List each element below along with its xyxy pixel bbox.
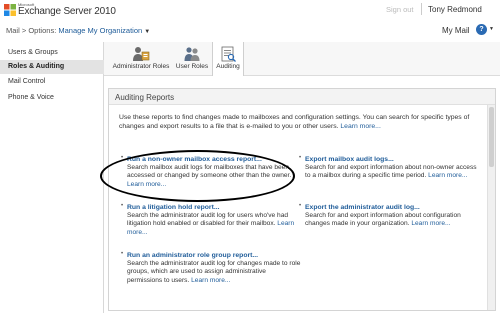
bullet-icon: • (121, 251, 124, 257)
divider (421, 3, 422, 15)
user-roles-icon (184, 47, 200, 61)
admin-roles-icon (133, 47, 150, 61)
export-mailbox-audit-logs-link[interactable]: Export mailbox audit logs... (305, 155, 480, 164)
tab-label: User Roles (175, 63, 209, 70)
entry-learn-more-link[interactable]: Learn more... (428, 172, 467, 179)
top-bar: Microsoft Exchange Server 2010 Sign out … (0, 0, 500, 20)
feature-toolbar: Administrator Roles User Roles Auditing (104, 42, 500, 76)
breadcrumb-text: Mail > Options: Manage My Organization ▼ (6, 26, 150, 35)
brand-product: Exchange Server 2010 (18, 6, 116, 17)
sidebar: Users & Groups Roles & Auditing Mail Con… (0, 42, 104, 313)
sidebar-item-users-groups[interactable]: Users & Groups (0, 46, 104, 60)
bullet-icon: • (299, 155, 302, 161)
report-entry: • Run a litigation hold report... Search… (121, 203, 302, 237)
auditing-reports-panel: Auditing Reports Use these reports to fi… (108, 88, 496, 311)
breadcrumb-mail[interactable]: Mail (6, 26, 20, 35)
entry-description-text: Search the administrator audit log for u… (127, 212, 289, 228)
my-mail-link[interactable]: My Mail (442, 26, 470, 35)
chevron-down-icon[interactable]: ▼ (144, 29, 150, 35)
entry-description: Search the administrator audit log for u… (127, 212, 302, 237)
export-admin-audit-log-link[interactable]: Export the administrator audit log... (305, 203, 480, 212)
report-entry: • Run an administrator role group report… (121, 251, 302, 285)
bullet-icon: • (121, 155, 124, 161)
exchange-logo: Microsoft Exchange Server 2010 (4, 2, 124, 18)
auditing-icon (221, 46, 236, 62)
bullet-icon: • (121, 203, 124, 209)
panel-header: Auditing Reports (109, 89, 495, 105)
entry-description: Search for and export information about … (305, 164, 480, 181)
report-entry: • Export mailbox audit logs... Search fo… (299, 155, 480, 181)
scrollbar-thumb[interactable] (489, 107, 494, 167)
entry-learn-more-link[interactable]: Learn more... (191, 277, 230, 284)
help-chevron-down-icon[interactable]: ▼ (489, 26, 494, 32)
non-owner-mailbox-report-link[interactable]: Run a non-owner mailbox access report... (127, 155, 302, 164)
intro-text: Use these reports to find changes made t… (119, 113, 479, 131)
bullet-icon: • (299, 203, 302, 209)
report-entry: • Run a non-owner mailbox access report.… (121, 155, 302, 189)
vertical-scrollbar[interactable] (487, 105, 495, 310)
entry-learn-more-link[interactable]: Learn more... (411, 220, 450, 227)
entry-description-text: Search mailbox audit logs for mailboxes … (127, 164, 292, 180)
admin-role-group-report-link[interactable]: Run an administrator role group report..… (127, 251, 302, 260)
entry-learn-more-link[interactable]: Learn more... (127, 181, 166, 188)
intro-body: Use these reports to find changes made t… (119, 114, 470, 130)
scope-selector[interactable]: Manage My Organization (58, 26, 142, 35)
user-name: Tony Redmond (428, 5, 482, 14)
tab-label: Auditing (216, 63, 240, 70)
entry-description: Search the administrator audit log for c… (127, 260, 302, 285)
breadcrumb: Mail > Options: Manage My Organization ▼… (0, 20, 500, 42)
tab-auditing[interactable]: Auditing (212, 42, 244, 76)
entry-description: Search for and export information about … (305, 212, 480, 229)
intro-learn-more-link[interactable]: Learn more... (340, 123, 380, 130)
breadcrumb-separator: > (21, 26, 27, 35)
tab-user-roles[interactable]: User Roles (174, 42, 210, 76)
breadcrumb-options: Options: (28, 26, 57, 35)
sign-out-link[interactable]: Sign out (386, 5, 414, 14)
panel-title: Auditing Reports (115, 93, 175, 102)
tab-label: Administrator Roles (112, 63, 170, 70)
tab-administrator-roles[interactable]: Administrator Roles (110, 42, 172, 76)
sidebar-item-mail-control[interactable]: Mail Control (0, 75, 104, 89)
office-logo-icon (4, 4, 16, 16)
help-icon[interactable]: ? (476, 24, 487, 35)
sidebar-item-roles-auditing[interactable]: Roles & Auditing (0, 60, 104, 74)
report-entry: • Export the administrator audit log... … (299, 203, 480, 229)
litigation-hold-report-link[interactable]: Run a litigation hold report... (127, 203, 302, 212)
sidebar-item-phone-voice[interactable]: Phone & Voice (0, 91, 104, 105)
entry-description: Search mailbox audit logs for mailboxes … (127, 164, 302, 189)
